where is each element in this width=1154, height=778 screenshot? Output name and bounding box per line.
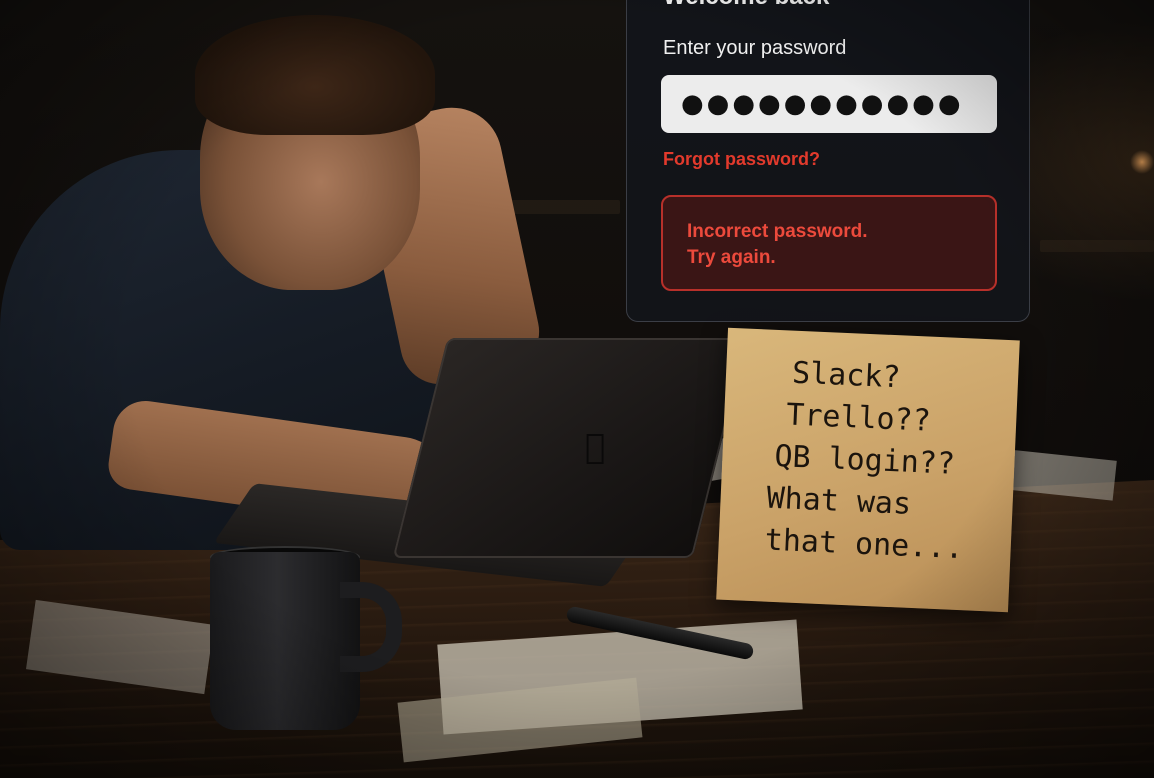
login-title: Welcome back (663, 0, 829, 11)
error-text-line: Incorrect password. (687, 221, 868, 242)
error-text-line: Try again. (687, 247, 776, 268)
laptop-lid (392, 338, 748, 558)
background-shelf (1040, 240, 1154, 252)
password-label: Enter your password (663, 37, 847, 59)
photo-scene:  Slack? Trello?? QB login?? What was th… (0, 0, 1154, 778)
sticky-note: Slack? Trello?? QB login?? What was that… (716, 327, 1020, 613)
apple-logo-icon:  (585, 430, 605, 464)
login-card: Welcome back Enter your password ●●●●●●●… (626, 0, 1030, 322)
error-message: Incorrect password. Try again. (661, 195, 997, 291)
background-lamp (1130, 150, 1154, 174)
coffee-mug (210, 552, 360, 730)
hair (195, 15, 435, 135)
forgot-password-link[interactable]: Forgot password? (663, 149, 820, 170)
password-input[interactable]: ●●●●●●●●●●● (661, 75, 997, 133)
